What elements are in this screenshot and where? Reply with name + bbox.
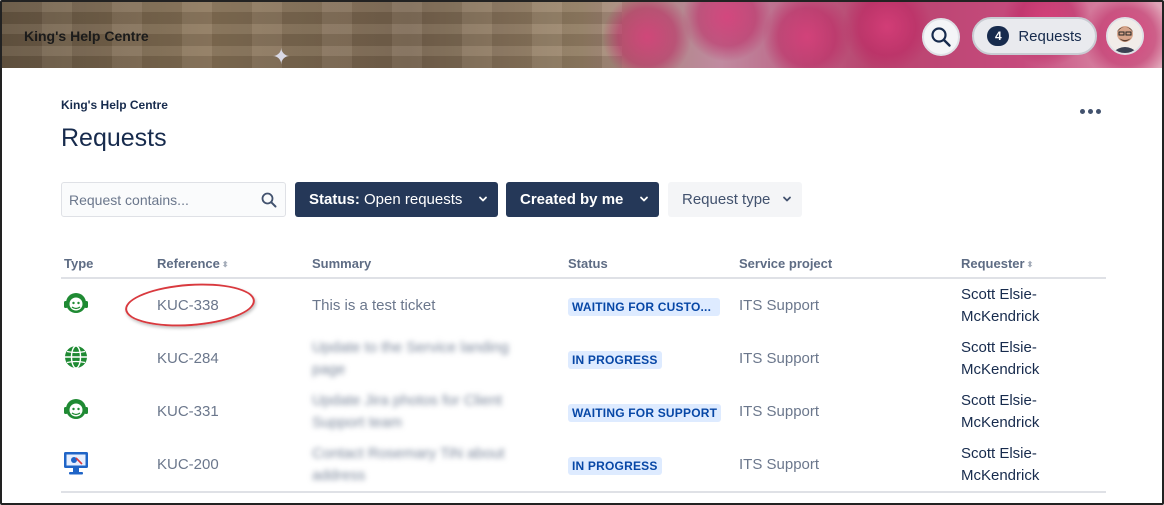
header-search-button[interactable] bbox=[922, 18, 960, 56]
summary-link[interactable]: This is a test ticket bbox=[312, 295, 522, 317]
requester: Scott Elsie-McKendrick bbox=[961, 339, 1040, 378]
sort-icon: ⬍ bbox=[221, 260, 229, 270]
breadcrumb[interactable]: King's Help Centre bbox=[61, 98, 168, 112]
banner-blossom bbox=[682, 2, 772, 62]
search-icon bbox=[261, 192, 277, 208]
globe-icon bbox=[65, 345, 87, 369]
table-bottom-divider bbox=[61, 491, 1106, 493]
more-actions-button[interactable] bbox=[1076, 100, 1104, 122]
search-icon bbox=[931, 27, 951, 47]
agent-icon bbox=[64, 293, 88, 313]
request-type-filter-dropdown[interactable]: Request type bbox=[668, 182, 802, 217]
user-avatar-icon bbox=[1108, 19, 1142, 53]
column-header-reference-label: Reference bbox=[157, 256, 220, 271]
requester: Scott Elsie-McKendrick bbox=[961, 445, 1040, 484]
service-project: ITS Support bbox=[739, 297, 820, 314]
app-frame: ✦ King's Help Centre 4 Requests King's H… bbox=[0, 0, 1164, 505]
request-type-filter-label: Request type bbox=[682, 191, 771, 208]
column-header-service-project: Service project bbox=[739, 256, 833, 271]
table-row[interactable]: KUC-284 Update to the Service landing pa… bbox=[61, 332, 1106, 385]
status-filter-value: Open requests bbox=[364, 191, 463, 208]
more-dot-icon bbox=[1079, 108, 1085, 114]
site-name[interactable]: King's Help Centre bbox=[24, 28, 149, 44]
more-dot-icon bbox=[1095, 108, 1101, 114]
column-header-reference[interactable]: Reference ⬍ bbox=[157, 256, 229, 271]
avatar[interactable] bbox=[1106, 17, 1144, 55]
column-header-status: Status bbox=[568, 256, 608, 271]
page-title: Requests bbox=[61, 124, 167, 152]
request-search-input[interactable] bbox=[69, 190, 249, 210]
reference-link[interactable]: KUC-331 bbox=[157, 403, 219, 420]
status-badge: IN PROGRESS bbox=[568, 457, 662, 475]
status-badge: WAITING FOR SUPPORT bbox=[568, 404, 722, 422]
reference-link[interactable]: KUC-200 bbox=[157, 456, 219, 473]
chevron-down-icon bbox=[640, 196, 648, 202]
status-badge: WAITING FOR CUSTO... bbox=[568, 298, 720, 316]
sort-icon: ⬍ bbox=[1026, 260, 1034, 270]
summary-link[interactable]: Update to the Service landing page bbox=[312, 337, 522, 381]
request-search-field[interactable] bbox=[61, 182, 286, 217]
created-by-filter-label: Created by me bbox=[520, 191, 624, 208]
column-header-type: Type bbox=[64, 256, 94, 271]
status-filter-prefix: Status: bbox=[309, 191, 360, 208]
chevron-down-icon bbox=[479, 196, 487, 202]
monitor-icon bbox=[64, 452, 88, 475]
status-badge: IN PROGRESS bbox=[568, 351, 662, 369]
table-row[interactable]: KUC-200 Contact Rosemary TiN about addre… bbox=[61, 438, 1106, 491]
reference-link[interactable]: KUC-284 bbox=[157, 350, 219, 367]
more-dot-icon bbox=[1087, 108, 1093, 114]
summary-link[interactable]: Update Jira photos for Client Support te… bbox=[312, 390, 522, 434]
header-banner: ✦ King's Help Centre 4 Requests bbox=[2, 2, 1162, 68]
banner-blossom bbox=[842, 2, 932, 68]
column-header-requester-label: Requester bbox=[961, 256, 1025, 271]
requests-button[interactable]: 4 Requests bbox=[972, 17, 1097, 55]
requester: Scott Elsie-McKendrick bbox=[961, 286, 1040, 325]
requests-label: Requests bbox=[1018, 27, 1082, 45]
requester: Scott Elsie-McKendrick bbox=[961, 392, 1040, 431]
table-row[interactable]: KUC-331 Update Jira photos for Client Su… bbox=[61, 385, 1106, 438]
column-header-summary: Summary bbox=[312, 256, 372, 271]
requests-count-badge: 4 bbox=[987, 26, 1010, 46]
service-project: ITS Support bbox=[739, 350, 820, 367]
service-project: ITS Support bbox=[739, 456, 820, 473]
banner-blossom bbox=[762, 2, 852, 68]
agent-icon bbox=[64, 399, 88, 419]
banner-blossom bbox=[602, 2, 692, 68]
banner-star-icon: ✦ bbox=[272, 44, 291, 68]
summary-link[interactable]: Contact Rosemary TiN about address bbox=[312, 443, 522, 487]
created-by-filter-dropdown[interactable]: Created by me bbox=[506, 182, 659, 217]
column-header-requester[interactable]: Requester ⬍ bbox=[961, 256, 1033, 271]
chevron-down-icon bbox=[783, 196, 791, 202]
status-filter-dropdown[interactable]: Status: Open requests bbox=[295, 182, 498, 217]
service-project: ITS Support bbox=[739, 403, 820, 420]
